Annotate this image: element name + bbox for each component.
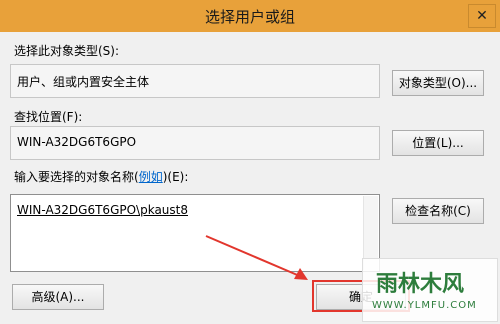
window-title: 选择用户或组 (204, 8, 295, 26)
examples-link[interactable]: 例如 (139, 170, 163, 184)
object-type-label: 选择此对象类型(S): (14, 44, 120, 58)
object-name-entry: WIN-A32DG6T6GPO\pkaust8 (17, 203, 188, 217)
close-button[interactable]: ✕ (468, 4, 496, 28)
locations-button[interactable]: 位置(L)... (392, 130, 484, 156)
advanced-button[interactable]: 高级(A)... (12, 284, 104, 310)
check-names-button[interactable]: 检查名称(C) (392, 198, 484, 224)
object-names-label-suffix: )(E): (162, 170, 189, 184)
object-names-label: 输入要选择的对象名称(例如)(E): (14, 168, 188, 185)
watermark-title: 雨林木风 (376, 272, 465, 297)
select-users-dialog: 选择用户或组 ✕ 选择此对象类型(S): 用户、组或内置安全主体 对象类型(O)… (0, 0, 500, 324)
object-type-field: 用户、组或内置安全主体 (10, 64, 380, 98)
location-field: WIN-A32DG6T6GPO (10, 126, 380, 160)
object-names-input[interactable]: WIN-A32DG6T6GPO\pkaust8 (10, 194, 380, 272)
location-label: 查找位置(F): (14, 110, 83, 124)
object-names-label-prefix: 输入要选择的对象名称( (14, 170, 139, 184)
watermark-url: WWW.YLMFU.COM (372, 300, 477, 311)
title-bar: 选择用户或组 ✕ (0, 0, 500, 32)
object-types-button[interactable]: 对象类型(O)... (392, 70, 484, 96)
